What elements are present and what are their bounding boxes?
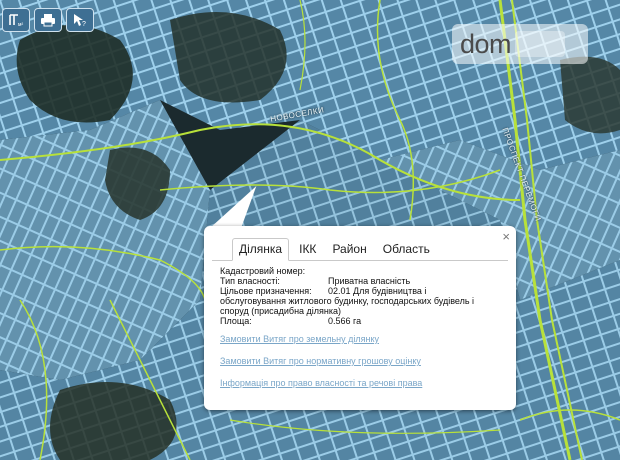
info-button[interactable]: ? bbox=[66, 8, 94, 32]
measure-button[interactable]: м² bbox=[2, 8, 30, 32]
tab-region[interactable]: Область bbox=[377, 239, 436, 260]
area-row: Площа: 0.566 га bbox=[220, 316, 500, 326]
svg-text:?: ? bbox=[82, 21, 86, 27]
purpose-value-rest: обслуговування житлового будинку, господ… bbox=[220, 296, 475, 316]
map-toolbar: м² ? bbox=[2, 8, 94, 32]
purpose-row: Цільове призначення: 02.01 Для будівницт… bbox=[220, 286, 500, 296]
purpose-value-line1: 02.01 Для будівництва і bbox=[328, 286, 427, 296]
print-button[interactable] bbox=[34, 8, 62, 32]
ownership-info-link[interactable]: Інформація про право власності та речові… bbox=[220, 378, 422, 388]
watermark-logo: dom bbox=[452, 24, 588, 64]
tab-district[interactable]: Район bbox=[326, 239, 372, 260]
printer-icon bbox=[41, 14, 55, 27]
area-value: 0.566 га bbox=[328, 316, 362, 326]
svg-text:м²: м² bbox=[18, 22, 23, 27]
watermark-mark bbox=[515, 31, 566, 57]
parcel-details: Кадастровий номер: Тип власності: Приват… bbox=[220, 266, 500, 326]
purpose-label: Цільове призначення: bbox=[220, 286, 312, 296]
ownership-row: Тип власності: Приватна власність bbox=[220, 276, 500, 286]
area-label: Площа: bbox=[220, 316, 252, 326]
forest-area-5 bbox=[560, 56, 620, 134]
close-icon[interactable]: × bbox=[502, 229, 510, 244]
popup-links: Замовити Витяг про земельну ділянку Замо… bbox=[220, 334, 422, 400]
tab-ikk[interactable]: ІКК bbox=[293, 239, 322, 260]
ownership-label: Тип власності: bbox=[220, 276, 280, 286]
cadastral-row: Кадастровий номер: bbox=[220, 266, 500, 276]
ownership-value: Приватна власність bbox=[328, 276, 411, 286]
ruler-icon: м² bbox=[9, 14, 23, 27]
pointer-question-icon: ? bbox=[74, 14, 86, 27]
watermark-text: dom bbox=[460, 28, 512, 59]
cadastral-value bbox=[328, 266, 500, 276]
tab-parcel[interactable]: Ділянка bbox=[232, 238, 290, 261]
cadastral-label: Кадастровий номер: bbox=[220, 266, 306, 276]
parcel-info-popup: × Ділянка ІКК Район Область Кадастровий … bbox=[204, 226, 516, 410]
order-parcel-extract-link[interactable]: Замовити Витяг про земельну ділянку bbox=[220, 334, 422, 344]
order-valuation-extract-link[interactable]: Замовити Витяг про нормативну грошову оц… bbox=[220, 356, 422, 366]
popup-tabs: Ділянка ІКК Район Область bbox=[232, 238, 440, 261]
